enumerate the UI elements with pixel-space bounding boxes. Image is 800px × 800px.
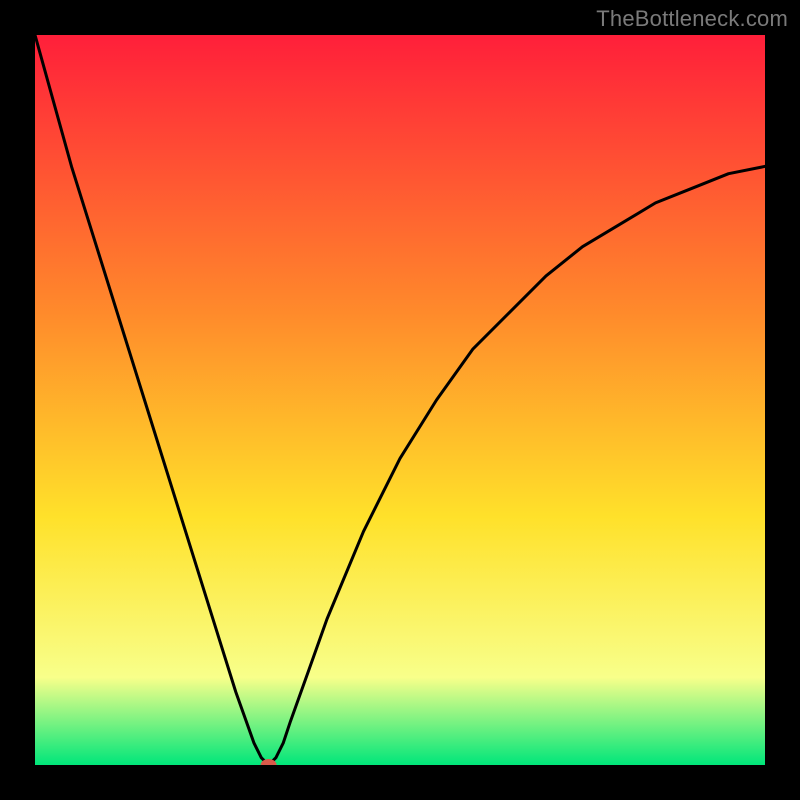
bottleneck-chart: [35, 35, 765, 765]
chart-frame: [35, 35, 765, 765]
watermark-text: TheBottleneck.com: [596, 6, 788, 32]
